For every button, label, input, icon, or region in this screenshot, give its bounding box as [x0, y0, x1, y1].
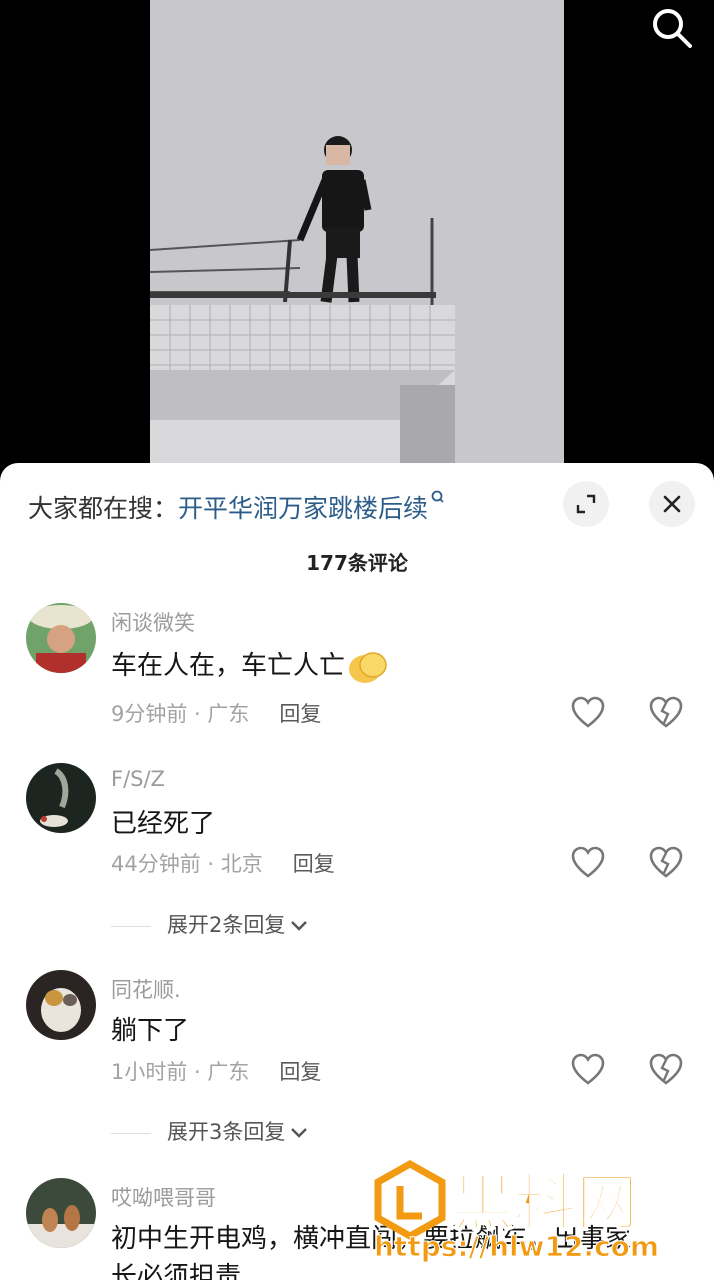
avatar[interactable]	[26, 603, 96, 673]
comment-time: 1小时前	[111, 1060, 188, 1084]
expand-icon	[576, 494, 596, 514]
comment-time: 9分钟前	[111, 702, 188, 726]
close-button[interactable]	[649, 481, 695, 527]
comment-text: 已经死了	[111, 809, 216, 839]
comment-username[interactable]: 哎呦喂哥哥	[111, 1182, 216, 1212]
search-suggestion: 大家都在搜：开平华润万家跳楼后续	[28, 489, 446, 525]
broken-heart-icon[interactable]	[648, 1052, 684, 1088]
chevron-down-icon	[291, 921, 308, 931]
expand-replies-button[interactable]: 展开3条回复	[111, 1116, 309, 1146]
search-suggestion-prefix: 大家都在搜：	[28, 494, 179, 523]
comment-meta: 1小时前 · 广东 回复	[111, 1060, 322, 1084]
chevron-down-icon	[291, 1128, 308, 1138]
avatar[interactable]	[26, 970, 96, 1040]
comment-username[interactable]: 闲谈微笑	[111, 607, 195, 637]
heart-icon[interactable]	[570, 1052, 606, 1088]
avatar[interactable]	[26, 763, 96, 833]
comment-meta: 44分钟前 · 北京 回复	[111, 852, 335, 876]
reply-button[interactable]: 回复	[279, 1060, 321, 1084]
watermark: 黑料网 https://hlw12.com	[370, 1159, 700, 1270]
comment-username[interactable]: 同花顺.	[111, 974, 181, 1004]
heart-icon[interactable]	[570, 695, 606, 731]
search-icon	[653, 9, 692, 48]
reply-button[interactable]: 回复	[279, 702, 321, 726]
broken-heart-icon[interactable]	[648, 695, 684, 731]
clap-emoji-icon	[349, 651, 387, 683]
watermark-url: https://hlw12.com	[374, 1230, 659, 1263]
expand-replies-label: 展开3条回复	[167, 1120, 286, 1144]
comment-meta: 9分钟前 · 广东 回复	[111, 702, 322, 726]
comment-text: 车在人在，车亡人亡	[111, 645, 389, 687]
search-suggestion-link[interactable]: 开平华润万家跳楼后续	[178, 494, 428, 523]
heart-icon[interactable]	[570, 845, 606, 881]
comment-location: 广东	[207, 1060, 250, 1084]
reply-button[interactable]: 回复	[293, 852, 335, 876]
comment-text-line2: 长必须担责	[111, 1262, 242, 1280]
close-icon	[663, 495, 681, 513]
expand-button[interactable]	[563, 481, 609, 527]
comment-location: 北京	[220, 852, 263, 876]
comment-text: 躺下了	[111, 1016, 190, 1046]
avatar[interactable]	[26, 1178, 96, 1248]
broken-heart-icon[interactable]	[648, 845, 684, 881]
video-frame	[150, 0, 564, 470]
comment-count: 177条评论	[306, 551, 408, 575]
comment-location: 广东	[207, 702, 250, 726]
search-button[interactable]	[648, 4, 696, 52]
watermark-logo: 黑料网 https://hlw12.com	[374, 1159, 660, 1264]
watermark-brand: 黑料网	[452, 1166, 638, 1239]
comment-text-content: 车在人在，车亡人亡	[111, 651, 346, 681]
comment-sheet: 大家都在搜：开平华润万家跳楼后续 177条评论 闲谈微笑 车在人在，车亡人亡 9…	[0, 463, 714, 1280]
comment-username[interactable]: F/S/Z	[111, 767, 165, 791]
video-scene	[150, 0, 564, 470]
comment-time: 44分钟前	[111, 852, 201, 876]
divider-line	[111, 925, 151, 927]
expand-replies-label: 展开2条回复	[167, 913, 286, 937]
small-search-icon	[431, 490, 444, 503]
divider-line	[111, 1132, 151, 1134]
expand-replies-button[interactable]: 展开2条回复	[111, 909, 309, 939]
video-player[interactable]	[0, 0, 714, 470]
